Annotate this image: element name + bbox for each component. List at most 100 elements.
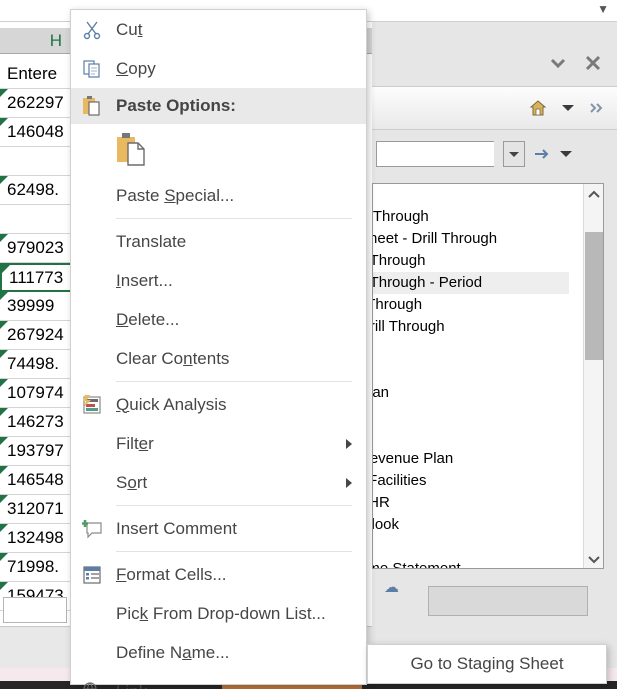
menu-item-define-name[interactable]: Define Name... <box>71 633 366 672</box>
menu-item-pick-from-drop-down-list[interactable]: Pick From Drop-down List... <box>71 594 366 633</box>
list-item[interactable] <box>373 360 569 382</box>
menu-item-quick-analysis[interactable]: Quick Analysis <box>71 385 366 424</box>
list-item[interactable]: Drill Through <box>373 316 569 338</box>
cell-value: 111773 <box>9 267 64 287</box>
cell-row-12[interactable]: 146273 <box>0 408 78 437</box>
comment-flag-icon <box>0 524 8 532</box>
comment-flag-icon <box>0 582 8 590</box>
list-item[interactable]: - HR <box>373 492 569 514</box>
context-menu[interactable]: Cut Copy Paste Options: Paste Special... Tra… <box>70 9 367 689</box>
scissors-icon <box>81 19 103 41</box>
menu-item-filter[interactable]: Filter <box>71 424 366 463</box>
home-icon[interactable] <box>529 99 547 117</box>
list-item[interactable]: Sheet - Drill Through <box>373 228 569 250</box>
scrollbar-thumb[interactable] <box>585 232 603 360</box>
cell-row-13[interactable]: 193797 <box>0 437 78 466</box>
cell-value: 107974 <box>7 383 64 402</box>
cell-row-3[interactable] <box>0 147 78 176</box>
menu-item-delete[interactable]: Delete... <box>71 300 366 339</box>
scroll-down-button[interactable] <box>584 549 603 568</box>
comment-flag-icon <box>0 437 8 445</box>
comment-flag-icon <box>0 466 8 474</box>
cell-row-11[interactable]: 107974 <box>0 379 78 408</box>
menu-item-sort[interactable]: Sort <box>71 463 366 502</box>
menu-item-insert[interactable]: Insert... <box>71 261 366 300</box>
list-item[interactable]: ill Through <box>373 206 569 228</box>
list-item[interactable]: ome Statement <box>373 558 569 568</box>
cell-value: 193797 <box>7 441 64 460</box>
cell-row-0[interactable]: Entere <box>0 60 78 89</box>
chevron-down-icon[interactable]: ▼ <box>597 2 609 16</box>
list-items-container: hill ThroughSheet - Drill Throughll Thro… <box>373 184 569 568</box>
cell-row-10[interactable]: 74498. <box>0 350 78 379</box>
cell-value: 132498 <box>7 528 64 547</box>
comment-flag-icon <box>2 265 10 273</box>
cell-value: 979023 <box>7 238 64 257</box>
menu-item-translate[interactable]: Translate <box>71 222 366 261</box>
address-input[interactable] <box>376 141 494 167</box>
menu-item-link[interactable]: Link <box>71 672 366 689</box>
task-pane-listbox[interactable]: hill ThroughSheet - Drill Throughll Thro… <box>372 183 604 569</box>
menu-item-paste-special[interactable]: Paste Special... <box>71 176 366 215</box>
cell-row-6[interactable]: 979023 <box>0 234 78 263</box>
name-box[interactable] <box>3 597 67 623</box>
menu-item-label: Translate <box>116 231 187 251</box>
comment-flag-icon <box>0 408 8 416</box>
menu-item-label: Link <box>116 682 147 689</box>
list-item[interactable]: h <box>373 184 569 206</box>
submenu-item-go-to-staging-sheet[interactable]: Go to Staging Sheet <box>410 654 563 674</box>
cell-row-14[interactable]: 146548 <box>0 466 78 495</box>
cell-row-17[interactable]: 71998. <box>0 553 78 582</box>
menu-item-copy[interactable]: Copy <box>71 49 366 88</box>
comment-flag-icon <box>0 350 8 358</box>
menu-item-clear-contents[interactable]: Clear Contents <box>71 339 366 378</box>
menu-separator <box>116 381 352 382</box>
cell-row-2[interactable]: 146048 <box>0 118 78 147</box>
menu-item-label: Copy <box>116 58 156 78</box>
cell-row-7[interactable]: 111773 <box>0 263 78 292</box>
address-dropdown-button[interactable] <box>503 141 525 167</box>
chevron-down-icon[interactable] <box>561 103 575 113</box>
clipboard-icon <box>81 95 103 117</box>
list-item[interactable]: l Through <box>373 294 569 316</box>
cell-row-9[interactable]: 267924 <box>0 321 78 350</box>
menu-item-insert-comment[interactable]: Insert Comment <box>71 509 366 548</box>
pane-action-button[interactable] <box>428 586 588 616</box>
list-item[interactable]: - Facilities <box>373 470 569 492</box>
cell-value: 146548 <box>7 470 64 489</box>
menu-separator <box>116 505 352 506</box>
go-arrow-icon[interactable] <box>534 147 550 161</box>
menu-item-cut[interactable]: Cut <box>71 10 366 49</box>
cell-row-15[interactable]: 312071 <box>0 495 78 524</box>
smart-view-submenu[interactable]: Go to Staging Sheet <box>367 644 607 684</box>
menu-item-label: Pick From Drop-down List... <box>116 603 326 623</box>
list-item[interactable] <box>373 338 569 360</box>
list-item[interactable]: s <box>373 426 569 448</box>
cell-row-8[interactable]: 39999 <box>0 292 78 321</box>
scroll-up-button[interactable] <box>584 184 603 203</box>
cell-value: 39999 <box>7 296 55 315</box>
quick-analysis-icon <box>81 394 103 416</box>
chevron-down-icon[interactable] <box>559 149 573 159</box>
list-item[interactable]: ll Through <box>373 250 569 272</box>
list-item[interactable] <box>373 536 569 558</box>
menu-item-label: Insert Comment <box>116 518 237 538</box>
comment-flag-icon <box>0 176 8 184</box>
menu-item-format-cells[interactable]: Format Cells... <box>71 555 366 594</box>
listbox-scrollbar[interactable] <box>583 184 603 568</box>
chevron-down-icon[interactable] <box>549 57 567 69</box>
list-item[interactable]: utlook <box>373 514 569 536</box>
paste-options-gallery[interactable] <box>71 124 366 176</box>
chevrons-right-icon[interactable] <box>589 101 605 115</box>
close-icon[interactable] <box>583 53 603 73</box>
cell-row-5[interactable] <box>0 205 78 234</box>
list-item[interactable]: Revenue Plan <box>373 448 569 470</box>
paste-keep-source-formatting-icon[interactable] <box>116 132 150 168</box>
list-item[interactable]: Plan <box>373 382 569 404</box>
cell-row-4[interactable]: 62498. <box>0 176 78 205</box>
comment-flag-icon <box>0 292 8 300</box>
cell-row-1[interactable]: 262297 <box>0 89 78 118</box>
cell-row-16[interactable]: 132498 <box>0 524 78 553</box>
list-item[interactable] <box>373 404 569 426</box>
list-item[interactable]: ll Through - Period <box>373 272 569 294</box>
